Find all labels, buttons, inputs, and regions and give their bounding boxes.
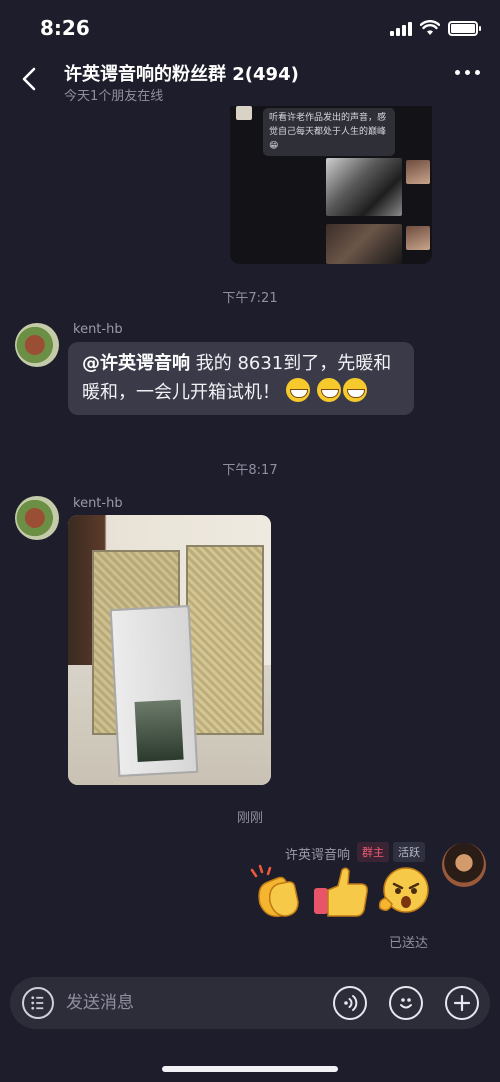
shared-avatar xyxy=(406,160,430,184)
photo-box-label xyxy=(134,699,184,762)
battery-icon xyxy=(448,20,481,36)
shared-photo xyxy=(326,158,402,216)
timestamp: 刚刚 xyxy=(236,811,263,826)
wifi-icon xyxy=(420,20,440,35)
status-bar: 8:26 xyxy=(0,0,500,56)
signal-icon xyxy=(390,20,412,36)
message-input[interactable] xyxy=(66,989,316,1017)
mention-link[interactable]: @许英谔音响 xyxy=(82,353,190,374)
sender-name: kent-hb xyxy=(73,496,123,511)
shared-avatar xyxy=(236,106,252,120)
shared-screenshot-image[interactable]: 听看许老作品发出的声音，感觉自己每天都处于人生的巅峰😁 xyxy=(230,106,432,264)
timestamp: 下午8:17 xyxy=(222,463,278,478)
back-button[interactable] xyxy=(16,62,44,96)
dot-icon xyxy=(475,70,480,75)
shared-photo xyxy=(326,224,402,264)
shared-avatar xyxy=(406,226,430,250)
smiley-icon xyxy=(400,998,412,1009)
avatar[interactable] xyxy=(15,496,59,540)
avatar[interactable] xyxy=(442,843,486,887)
status-icons xyxy=(390,20,481,36)
emoji-button[interactable] xyxy=(389,986,423,1020)
chat-title[interactable]: 许英谔音响的粉丝群 2(494) xyxy=(64,60,299,86)
grin-emoji-icon xyxy=(317,378,342,402)
sender-name: kent-hb xyxy=(73,322,123,337)
clapping-hands-icon[interactable] xyxy=(250,864,308,920)
home-indicator[interactable] xyxy=(162,1066,338,1072)
plus-icon xyxy=(453,994,471,1012)
photo-crate xyxy=(186,545,264,735)
sender-name: 许英谔音响 xyxy=(284,848,350,863)
active-badge: 活跃 xyxy=(393,842,425,862)
chat-header: 许英谔音响的粉丝群 2(494) 今天1个朋友在线 xyxy=(0,56,500,106)
dot-icon xyxy=(465,70,470,75)
voice-button[interactable] xyxy=(333,986,367,1020)
shocked-face-icon[interactable] xyxy=(376,864,432,920)
chat-subtitle: 今天1个朋友在线 xyxy=(64,89,164,104)
photo-box xyxy=(109,605,199,777)
grin-emoji-icon xyxy=(343,378,368,402)
owner-badge: 群主 xyxy=(357,842,389,862)
add-button[interactable] xyxy=(445,986,479,1020)
thumbs-up-icon[interactable] xyxy=(312,864,370,920)
grin-emoji-icon xyxy=(285,378,310,402)
message-bubble[interactable]: @许英谔音响 我的 8631到了，先暖和暖和，一会儿开箱试机！ xyxy=(68,342,414,415)
status-time: 8:26 xyxy=(40,16,90,40)
more-options-button[interactable] xyxy=(455,70,480,75)
message-photo[interactable] xyxy=(68,515,271,785)
voice-wave-icon xyxy=(344,995,358,1011)
menu-list-icon[interactable] xyxy=(22,987,54,1019)
dot-icon xyxy=(455,70,460,75)
message-input-bar xyxy=(10,977,490,1029)
avatar[interactable] xyxy=(15,323,59,367)
timestamp: 下午7:21 xyxy=(222,291,278,306)
shared-message-bubble: 听看许老作品发出的声音，感觉自己每天都处于人生的巅峰😁 xyxy=(263,108,395,156)
delivery-status: 已送达 xyxy=(388,936,428,951)
